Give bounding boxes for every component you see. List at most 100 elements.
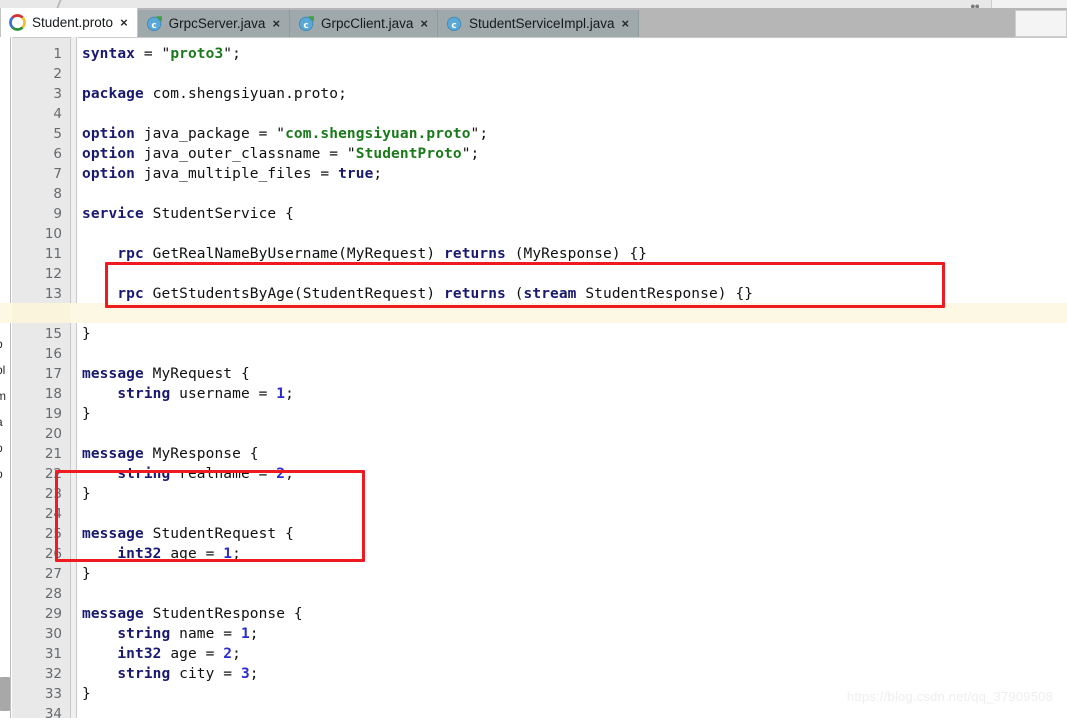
svg-text:c: c: [151, 21, 156, 31]
tab-label: GrpcClient.java: [321, 16, 414, 31]
code-token-pl: ";: [461, 146, 480, 162]
code-text-area[interactable]: syntax = "proto3"; package com.shengsiyua…: [78, 37, 1067, 718]
line-number: 31: [44, 646, 62, 662]
code-token-pl: realname =: [170, 466, 277, 482]
code-token-pl: = ": [134, 46, 171, 62]
code-token-pl: age =: [161, 546, 224, 562]
tab-close-icon[interactable]: ×: [120, 16, 128, 29]
tab-label: GrpcServer.java: [168, 16, 266, 31]
code-token-pl: ;: [232, 546, 241, 562]
code-line[interactable]: rpc GetRealNameByUsername(MyRequest) ret…: [82, 244, 647, 264]
code-token-kw: true: [338, 166, 374, 182]
code-line[interactable]: option java_outer_classname = "StudentPr…: [82, 144, 479, 164]
code-line[interactable]: }: [82, 324, 91, 344]
code-line[interactable]: }: [82, 564, 91, 584]
code-line[interactable]: string city = 3;: [82, 664, 259, 684]
line-number: 26: [44, 546, 62, 562]
code-token-kw: int32: [117, 546, 162, 562]
line-number: 4: [53, 106, 62, 122]
code-token-pl: (: [505, 286, 524, 302]
code-token-kw: string: [117, 666, 171, 682]
code-token-pl: }: [82, 566, 91, 582]
line-number: 2: [53, 66, 62, 82]
tab-close-icon[interactable]: ×: [420, 17, 428, 30]
line-number: 5: [53, 126, 62, 142]
svg-text:c: c: [303, 21, 308, 31]
clipped-panel-text: p: [0, 467, 3, 481]
code-line[interactable]: string realname = 2;: [82, 464, 294, 484]
java-class-run-icon: c: [299, 16, 314, 32]
code-token-kw: returns: [444, 246, 506, 262]
horizontal-scrollbar-thumb[interactable]: [0, 677, 10, 711]
clipped-panel-text: bl: [0, 363, 6, 377]
code-token-kw: returns: [444, 286, 506, 302]
code-token-pl: city =: [170, 666, 241, 682]
tab-grpcclient-java[interactable]: c GrpcClient.java ×: [290, 10, 438, 37]
clipped-panel-text: m: [0, 389, 6, 403]
code-token-pl: ;: [285, 386, 294, 402]
code-token-pl: GetStudentsByAge(StudentRequest): [143, 286, 445, 302]
tab-grpcserver-java[interactable]: c GrpcServer.java ×: [137, 10, 291, 37]
code-token-num: 2: [223, 646, 233, 662]
line-number: 30: [44, 626, 62, 642]
code-line[interactable]: message MyRequest {: [82, 364, 250, 384]
gutter-separator: [70, 37, 77, 718]
code-line[interactable]: }: [82, 404, 91, 424]
tab-student-proto[interactable]: Student.proto ×: [0, 8, 138, 37]
line-number: 18: [44, 386, 62, 402]
tab-studentserviceimpl-java[interactable]: c StudentServiceImpl.java ×: [437, 10, 640, 37]
code-line[interactable]: int32 age = 1;: [82, 544, 241, 564]
line-number: 29: [44, 606, 62, 622]
clipped-panel-text: p: [0, 441, 3, 455]
code-line[interactable]: option java_package = "com.shengsiyuan.p…: [82, 124, 488, 144]
code-line[interactable]: }: [82, 484, 91, 504]
line-number: 1: [53, 46, 62, 62]
tab-bar-end-widget[interactable]: [1015, 10, 1067, 37]
line-number: 19: [44, 406, 62, 422]
line-number: 9: [53, 206, 62, 222]
tab-close-icon[interactable]: ×: [272, 17, 280, 30]
code-line[interactable]: message StudentResponse {: [82, 604, 303, 624]
code-line[interactable]: message MyResponse {: [82, 444, 259, 464]
code-line[interactable]: option java_multiple_files = true;: [82, 164, 382, 184]
tab-close-icon[interactable]: ×: [622, 17, 630, 30]
code-token-pl: (MyResponse) {}: [505, 246, 648, 262]
code-line[interactable]: int32 age = 2;: [82, 644, 241, 664]
line-number: 8: [53, 186, 62, 202]
line-number: 6: [53, 146, 62, 162]
code-line[interactable]: string username = 1;: [82, 384, 294, 404]
code-line[interactable]: message StudentRequest {: [82, 524, 294, 544]
svg-text:c: c: [451, 21, 456, 31]
line-number: 21: [44, 446, 62, 462]
code-token-pl: com.shengsiyuan.proto;: [143, 86, 347, 102]
code-line[interactable]: string name = 1;: [82, 624, 259, 644]
code-token-kw: option: [82, 126, 135, 142]
code-token-kw: option: [82, 146, 135, 162]
code-token-str: com.shengsiyuan.proto: [285, 126, 471, 142]
code-token-kw: message: [82, 446, 144, 462]
code-line[interactable]: service StudentService {: [82, 204, 294, 224]
code-token-pl: ;: [249, 626, 259, 642]
line-number: 10: [44, 226, 62, 242]
code-token-kw: string: [117, 386, 171, 402]
line-number: 27: [44, 566, 62, 582]
line-number: 17: [44, 366, 62, 382]
code-token-num: 1: [240, 626, 250, 642]
code-editor[interactable]: bblmapp 12345678910111213141516171819202…: [0, 37, 1067, 722]
code-token-pl: ;: [373, 166, 383, 182]
code-token-kw: package: [82, 86, 144, 102]
code-token-str: proto3: [170, 46, 224, 62]
code-line[interactable]: package com.shengsiyuan.proto;: [82, 84, 347, 104]
code-line[interactable]: }: [82, 684, 91, 704]
code-token-pl: ";: [223, 46, 241, 62]
clipped-panel-text: b: [0, 337, 3, 351]
gutter-caret-line-highlight: [12, 303, 70, 323]
left-clipped-panel[interactable]: bblmapp: [0, 37, 11, 718]
code-line[interactable]: rpc GetStudentsByAge(StudentRequest) ret…: [82, 284, 753, 304]
code-token-pl: java_outer_classname = ": [134, 146, 356, 162]
line-number-gutter[interactable]: 1234567891011121314151617181920212223242…: [12, 37, 70, 722]
line-number: 13: [44, 286, 62, 302]
code-line[interactable]: syntax = "proto3";: [82, 44, 241, 64]
line-number: 7: [53, 166, 62, 182]
